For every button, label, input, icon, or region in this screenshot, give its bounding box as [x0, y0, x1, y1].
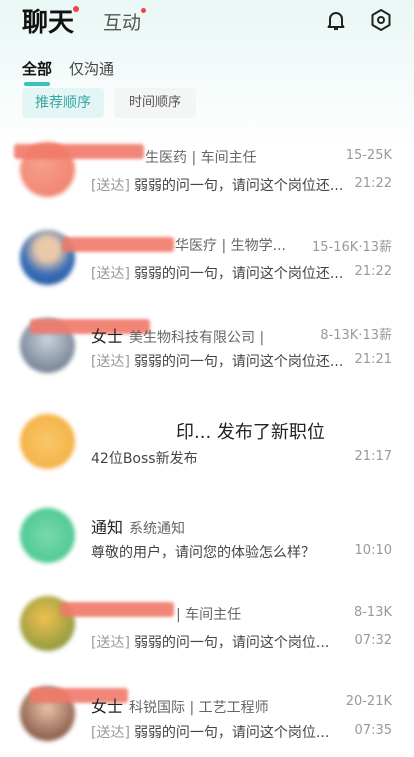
- conversation-item[interactable]: 华医疗 | 生物学... 15-16K·13薪 [送达] 弱弱的问一句，请问这个岗…: [0, 228, 414, 320]
- message-time: 07:35: [354, 723, 392, 738]
- notification-title: 印... 发布了新职位: [176, 422, 325, 443]
- conversation-item[interactable]: | 车间主任 8-13K [送达] 弱弱的问一句，请问这个岗位... 07:32: [0, 592, 414, 684]
- message-time: 21:22: [354, 264, 392, 279]
- salary: 15-16K·13薪: [312, 240, 392, 255]
- settings-icon[interactable]: [369, 8, 393, 32]
- redaction: [60, 602, 174, 617]
- bell-icon[interactable]: [324, 8, 348, 32]
- salary: 15-25K: [345, 148, 392, 163]
- company-role: 生医药 | 车间主任: [145, 150, 257, 166]
- filter-tabs: 全部 仅沟通: [0, 58, 414, 86]
- avatar: [20, 414, 75, 469]
- unread-dot: [141, 8, 146, 13]
- sender-line: 通知 系统通知: [91, 518, 186, 537]
- redaction: [14, 144, 144, 159]
- sort-recommend-button[interactable]: 推荐顺序: [22, 88, 104, 118]
- active-filter-indicator: [24, 82, 50, 86]
- salary: 8-13K: [353, 605, 392, 620]
- tab-interact[interactable]: 互动: [103, 8, 141, 35]
- conversation-item[interactable]: 印... 发布了新职位 42位Boss新发布 21:17: [0, 404, 414, 496]
- tab-chat[interactable]: 聊天: [22, 2, 74, 39]
- message-time: 21:17: [354, 449, 392, 464]
- message-time: 21:22: [354, 176, 392, 191]
- notification-subtitle: 42位Boss新发布: [91, 451, 198, 467]
- redaction: [62, 237, 174, 252]
- company-role: 女士 科锐国际 | 工艺工程师: [91, 697, 269, 716]
- conversation-item[interactable]: 女士 科锐国际 | 工艺工程师 20-21K [送达] 弱弱的问一句，请问这个岗位.…: [0, 680, 414, 757]
- message-time: 07:32: [354, 633, 392, 648]
- company-role: | 车间主任: [176, 607, 242, 623]
- top-bar: 聊天 互动: [0, 0, 414, 44]
- conversation-item[interactable]: 生医药 | 车间主任 15-25K [送达] 弱弱的问一句，请问这个岗位还... …: [0, 140, 414, 232]
- message-time: 21:21: [354, 352, 392, 367]
- filter-all[interactable]: 全部: [22, 58, 52, 79]
- message-preview: [送达] 弱弱的问一句，请问这个岗位...: [91, 635, 330, 651]
- chat-screen: 聊天 互动 全部 仅沟通 推荐顺序 时间顺序 生医药 | 车间主任 15-25K…: [0, 0, 414, 757]
- unread-dot: [73, 6, 79, 12]
- message-preview: 尊敬的用户，请问您的体验怎么样？: [91, 545, 315, 561]
- message-preview: [送达] 弱弱的问一句，请问这个岗位...: [91, 725, 330, 741]
- filter-only-chat[interactable]: 仅沟通: [69, 58, 114, 79]
- company-role: 华医疗 | 生物学...: [175, 238, 286, 254]
- company-role: 女士 美生物科技有限公司 |: [91, 327, 265, 346]
- message-preview: [送达] 弱弱的问一句，请问这个岗位还...: [91, 266, 344, 282]
- avatar: [20, 508, 75, 563]
- message-preview: [送达] 弱弱的问一句，请问这个岗位还...: [91, 178, 344, 194]
- message-time: 10:10: [354, 543, 392, 558]
- message-preview: [送达] 弱弱的问一句，请问这个岗位还...: [91, 354, 344, 370]
- salary: 8-13K·13薪: [320, 328, 392, 343]
- conversation-item[interactable]: 通知 系统通知 尊敬的用户，请问您的体验怎么样？ 10:10: [0, 498, 414, 590]
- conversation-item[interactable]: 女士 美生物科技有限公司 | 8-13K·13薪 [送达] 弱弱的问一句，请问这个岗…: [0, 316, 414, 408]
- sort-time-button[interactable]: 时间顺序: [114, 88, 196, 118]
- salary: 20-21K: [345, 694, 392, 709]
